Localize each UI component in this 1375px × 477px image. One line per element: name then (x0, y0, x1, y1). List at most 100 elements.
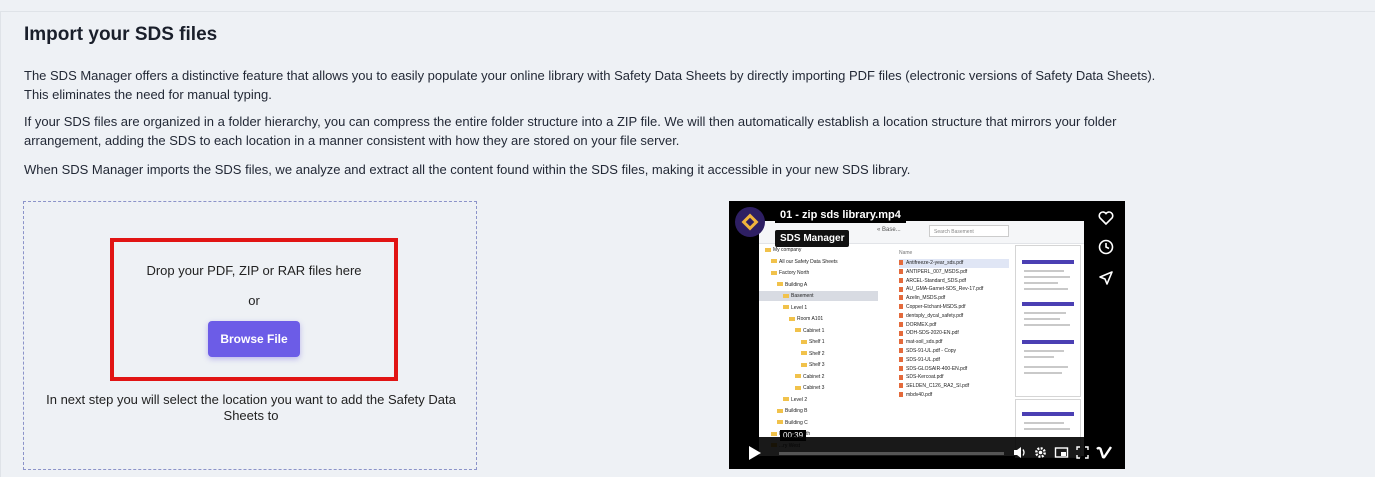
folder-tree-item: Cabinet 1 (759, 326, 824, 336)
picture-in-picture-icon[interactable] (1054, 445, 1069, 460)
file-list-item: SDS-Kercoat.pdf (899, 373, 1009, 382)
folder-tree-label: Cabinet 2 (803, 373, 825, 380)
play-icon[interactable] (749, 446, 761, 460)
folder-icon (765, 247, 771, 252)
file-name: SDS-91-UL.pdf - Copy (906, 347, 957, 354)
drop-or-label: or (248, 293, 260, 308)
file-list-header: Name (899, 250, 913, 256)
file-dropzone[interactable]: Drop your PDF, ZIP or RAR files here or … (23, 201, 477, 470)
folder-tree-label: Level 2 (791, 396, 808, 403)
page-title: Import your SDS files (24, 24, 218, 45)
video-title: 01 - zip sds library.mp4 (775, 207, 906, 223)
clock-icon[interactable] (1097, 238, 1115, 256)
pdf-file-icon (899, 339, 903, 345)
file-list-item: Copper-Etchant-MSDS.pdf (899, 303, 1009, 312)
folder-tree-label: Shelf 2 (809, 350, 825, 357)
folder-tree-item: Building B (759, 406, 808, 416)
file-name: SDS-GLOSAIR-400-EN.pdf (906, 365, 968, 372)
folder-tree-item: Factory North (759, 268, 809, 278)
folder-tree-item: Building A (759, 280, 807, 290)
folder-tree-label: Cabinet 1 (803, 327, 825, 334)
file-list-item: ODH-SDS-2020-EN.pdf (899, 329, 1009, 338)
pdf-file-icon (899, 286, 903, 292)
file-name: ARCEL-Standard_SDS.pdf (906, 277, 967, 284)
folder-tree-item: Basement (759, 291, 878, 301)
file-name: DORMEX.pdf (906, 321, 937, 328)
folder-tree-item: Room A101 (759, 314, 823, 324)
file-name: Antifreeze-2-year_sds.pdf (906, 260, 964, 266)
folder-icon (801, 362, 807, 367)
pdf-file-icon (899, 392, 903, 398)
folder-tree-label: Shelf 3 (809, 362, 825, 368)
volume-icon[interactable] (1012, 445, 1027, 460)
folder-icon (795, 385, 801, 390)
pdf-file-icon (899, 277, 903, 283)
folder-icon (783, 293, 789, 298)
fullscreen-icon[interactable] (1075, 445, 1090, 460)
file-name: mat-soil_sds.pdf (906, 339, 943, 346)
folder-tree-label: Building C (785, 419, 808, 426)
file-name: SDS-91-UL.pdf (906, 356, 940, 363)
folder-tree-label: Building B (785, 408, 808, 414)
folder-tree: My company All our Safety Data Sheets Fact… (759, 245, 878, 456)
folder-tree-item: Shelf 3 (759, 360, 825, 370)
browse-file-button[interactable]: Browse File (208, 321, 300, 357)
pdf-file-icon (899, 295, 903, 301)
video-player[interactable]: « Base... Search Basement My company All … (729, 201, 1125, 469)
file-list: Name Antifreeze-2-year_sds.pdf ANTIPERL_0… (899, 247, 1009, 400)
file-name: ODH-SDS-2020-EN.pdf (906, 330, 959, 337)
drop-hint-text: In next step you will select the locatio… (46, 392, 456, 423)
folder-tree-label: Cabinet 3 (803, 385, 825, 391)
pdf-file-icon (899, 383, 903, 389)
folder-icon (801, 351, 807, 356)
file-name: ANTIPERL_007_MSDS.pdf (906, 268, 968, 275)
video-progress-bar[interactable] (779, 452, 1004, 455)
folder-tree-item: All our Safety Data Sheets (759, 257, 838, 267)
file-name: mbdv40.pdf (906, 391, 933, 398)
file-name: Azelin_MSDS.pdf (906, 295, 946, 302)
settings-gear-icon[interactable] (1033, 445, 1048, 460)
folder-tree-label: All our Safety Data Sheets (779, 258, 838, 265)
folder-icon (777, 282, 783, 287)
folder-icon (795, 328, 801, 333)
video-frame: « Base... Search Basement My company All … (759, 221, 1084, 458)
folder-tree-item: Shelf 2 (759, 349, 825, 359)
folder-icon (783, 305, 789, 310)
folder-icon (789, 316, 795, 321)
drop-prompt: Drop your PDF, ZIP or RAR files here (146, 263, 362, 278)
folder-tree-item: Cabinet 3 (759, 383, 824, 393)
file-list-item: DORMEX.pdf (899, 321, 1009, 330)
folder-tree-item: Level 1 (759, 303, 807, 313)
vimeo-logo-icon[interactable] (1096, 445, 1113, 460)
folder-tree-item: Level 2 (759, 395, 807, 405)
top-divider (0, 11, 1375, 12)
file-name: SELDEN_C126_RA2_SI.pdf (906, 383, 970, 390)
heart-icon[interactable] (1097, 209, 1115, 227)
folder-icon (783, 397, 789, 402)
pdf-file-icon (899, 304, 903, 310)
sds-manager-logo-icon (735, 207, 765, 237)
file-list-item: SELDEN_C126_RA2_SI.pdf (899, 382, 1009, 391)
file-name: AU_GMA-Garnet-SDS_Rev-17.pdf (906, 286, 984, 293)
file-list-item: ANTIPERL_007_MSDS.pdf (899, 268, 1009, 277)
pdf-file-icon (899, 268, 903, 274)
folder-icon (771, 431, 777, 436)
share-icon[interactable] (1097, 269, 1115, 287)
folder-tree-label: Basement (791, 293, 814, 299)
drop-highlight-box[interactable]: Drop your PDF, ZIP or RAR files here or … (110, 238, 398, 381)
intro-paragraph-3: When SDS Manager imports the SDS files, … (24, 162, 911, 177)
pdf-file-icon (899, 321, 903, 327)
folder-tree-label: Room A101 (797, 316, 824, 322)
file-list-item: mbdv40.pdf (899, 391, 1009, 400)
folder-tree-label: Factory North (779, 270, 810, 276)
pdf-file-icon (899, 356, 903, 362)
video-brand-label: SDS Manager (775, 230, 850, 247)
file-list-item: SDS-GLOSAIR-400-EN.pdf (899, 365, 1009, 374)
folder-tree-item: Cabinet 2 (759, 372, 824, 382)
folder-icon (771, 270, 777, 275)
document-preview (1015, 245, 1081, 397)
file-list-item: mat-soil_sds.pdf (899, 338, 1009, 347)
folder-icon (777, 420, 783, 425)
file-list-item: ARCEL-Standard_SDS.pdf (899, 277, 1009, 286)
folder-tree-label: Building A (785, 281, 808, 288)
